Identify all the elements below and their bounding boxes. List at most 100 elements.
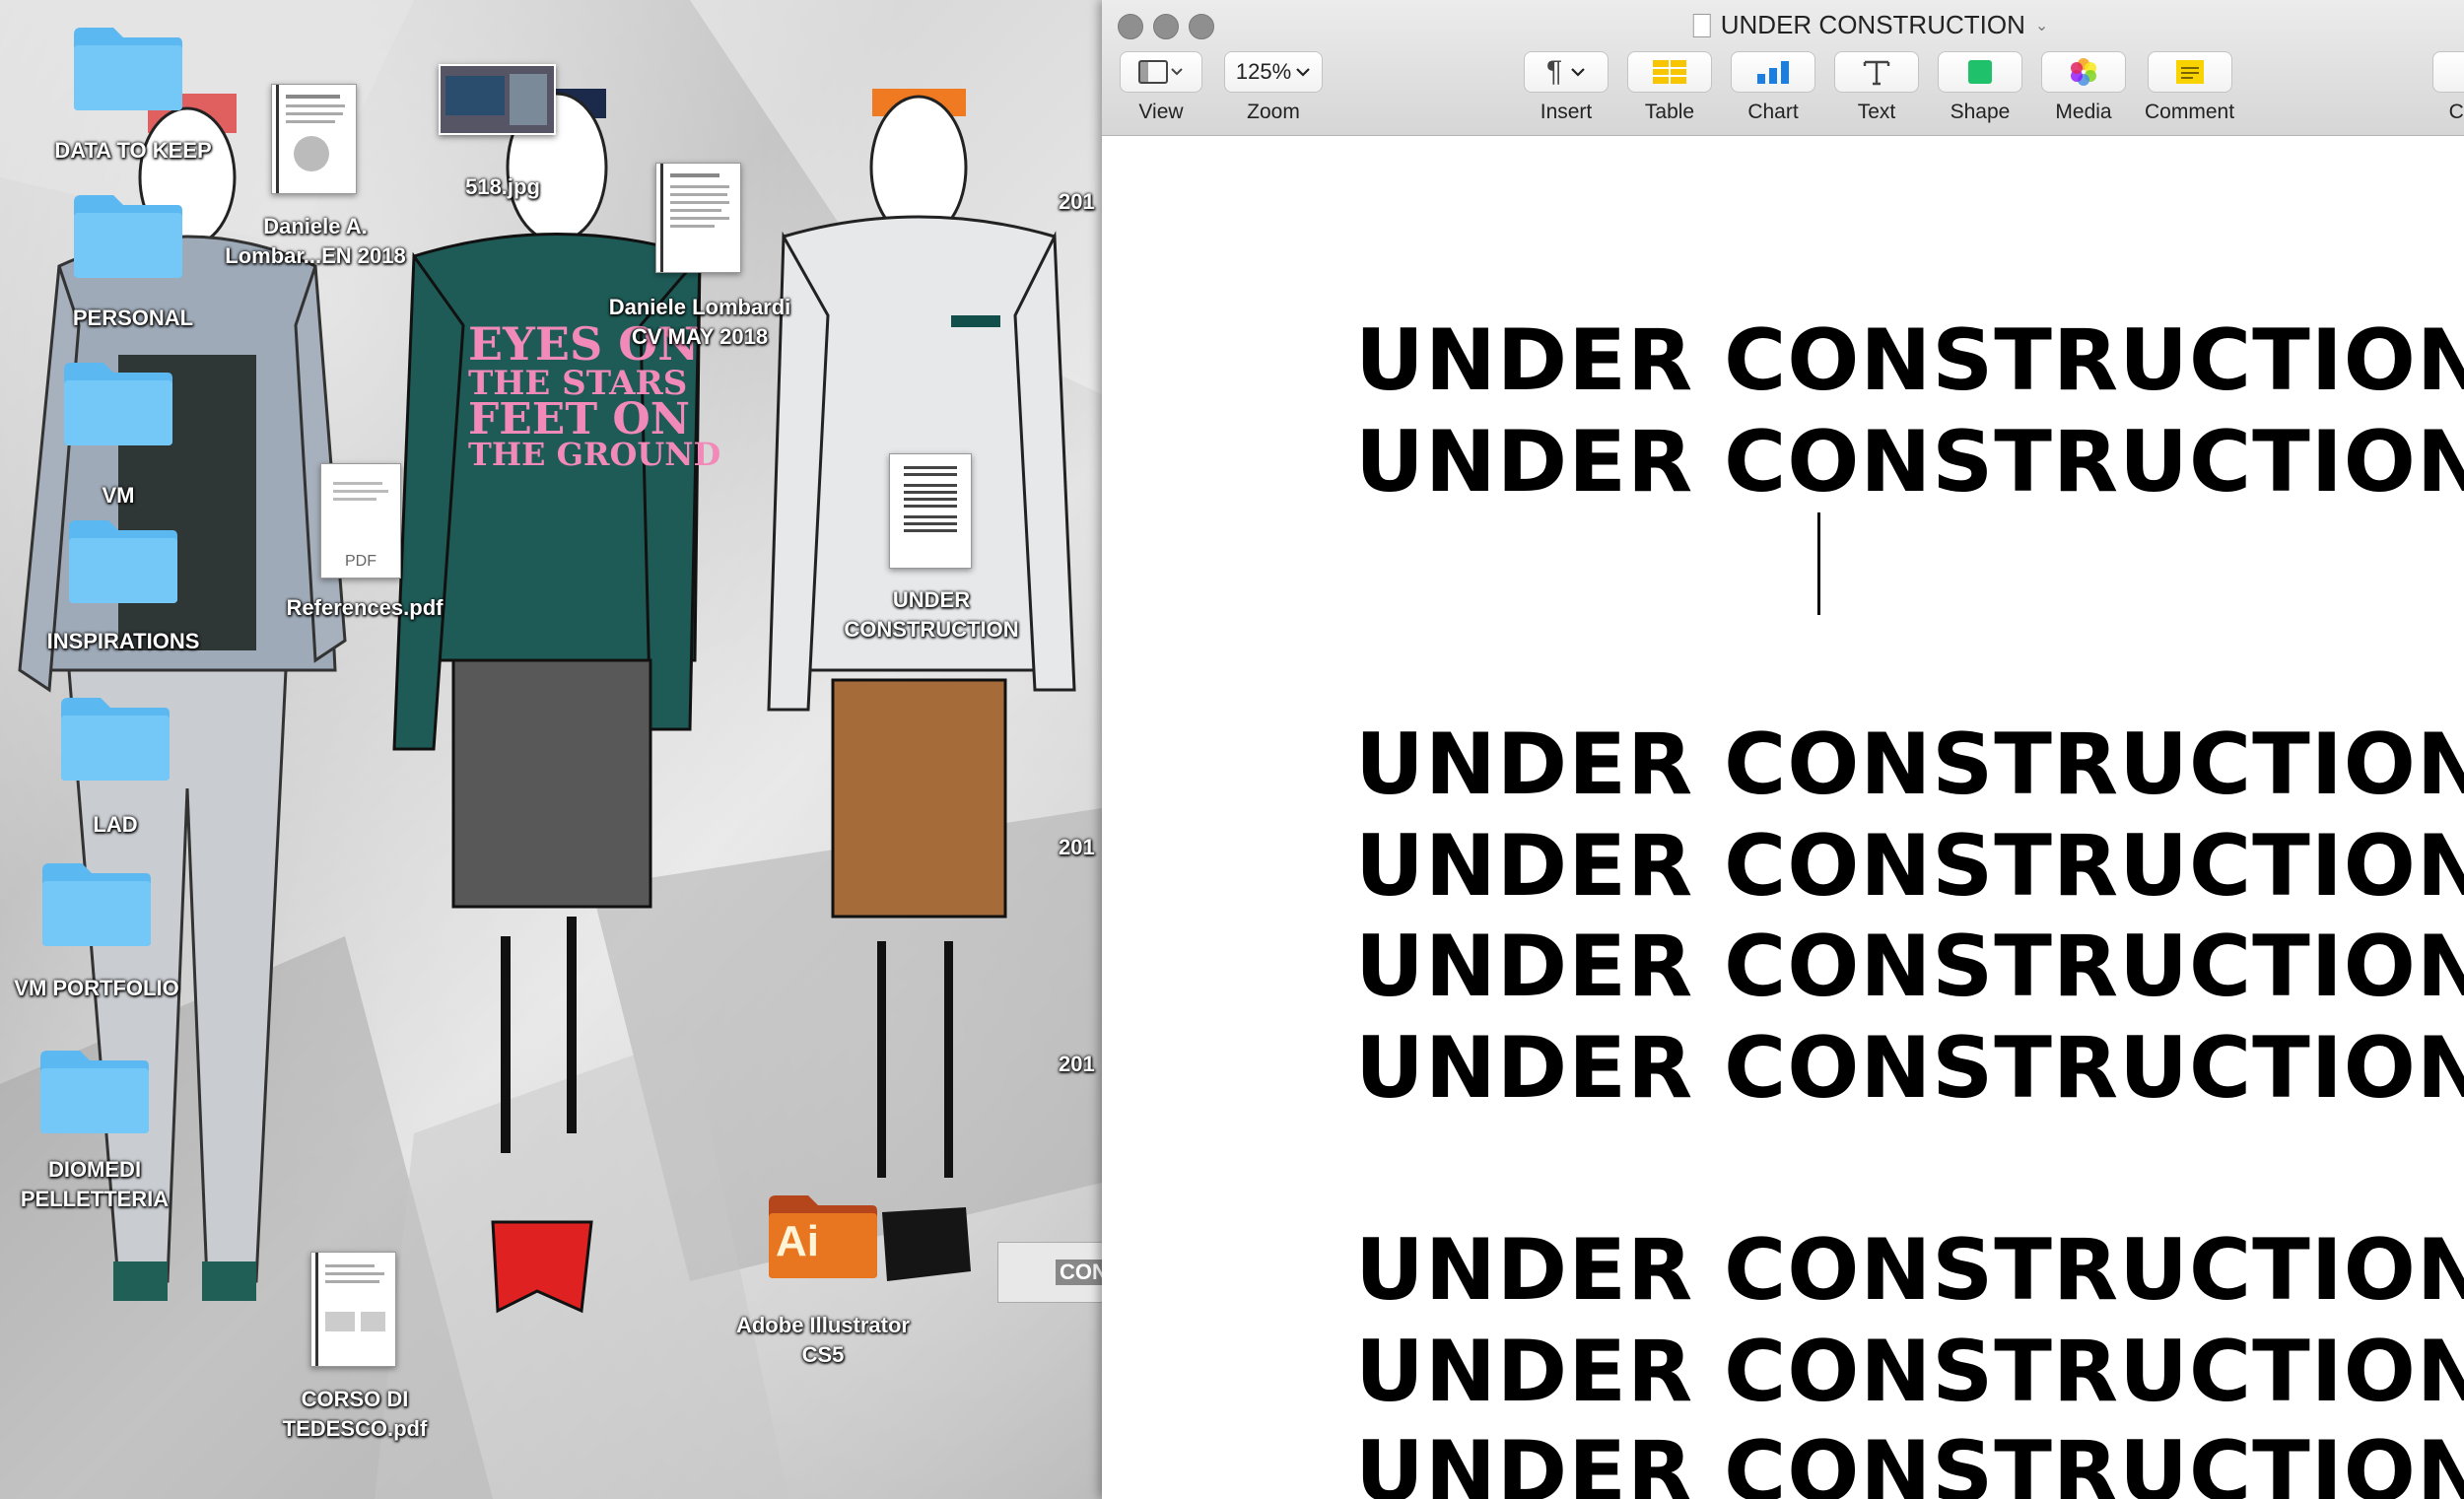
insert-button[interactable]: ¶ Insert [1524,51,1608,124]
folder-data-to-keep[interactable]: DATA TO KEEP [54,20,212,166]
chevron-down-icon [1571,68,1585,77]
document-icon [271,84,357,194]
folder-icon [42,863,151,946]
media-label: Media [2055,101,2112,123]
folder-icon [74,28,182,110]
icon-label: VM PORTFOLIO [14,976,179,1000]
shape-button[interactable]: Shape [1938,51,2022,124]
table-button-box [1627,51,1712,93]
pilcrow-icon: ¶ [1545,55,1563,88]
table-button[interactable]: Table [1627,51,1712,124]
icon-label: DIOMEDI PELLETTERIA [20,1157,170,1211]
image-thumbnail [439,64,556,135]
photos-icon [2071,58,2096,86]
partial-label: 201 [1059,189,1095,214]
partial-label: 201 [1059,1052,1095,1076]
media-button-box [2041,51,2126,93]
chart-button[interactable]: Chart [1731,51,1815,124]
document-canvas[interactable]: UNDER CONSTRUCTION UNDER CONSTRUCTION UN… [1102,136,2464,1499]
pdf-icon [310,1252,396,1367]
insert-label: Insert [1540,101,1593,123]
folder-icon [69,520,177,603]
collaborate-label: Co [2448,101,2464,123]
folder-vm[interactable]: VM [59,355,177,511]
pages-document-icon [889,453,972,569]
document-line[interactable]: UNDER CONSTRUCTION [1355,420,2464,505]
comment-button-box [2147,51,2232,93]
pages-window: UNDER CONSTRUCTION ⌄ View 125% Zoom ¶ In… [1102,0,2464,1499]
ai-badge: Ai [776,1217,819,1265]
table-label: Table [1644,101,1695,123]
document-line[interactable]: UNDER CONSTRUCTION [1355,824,2464,909]
pdf-badge: PDF [345,553,376,570]
icon-label: VM [102,483,135,508]
text-button[interactable]: Text [1834,51,1919,124]
table-icon [1653,60,1686,84]
folder-icon [64,363,172,445]
folder-icon [40,1051,149,1133]
text-box-icon [1863,60,1890,86]
chevron-down-icon [1296,68,1310,77]
comment-icon [2175,60,2204,84]
media-button[interactable]: Media [2041,51,2126,124]
icon-label: References.pdf [286,595,444,620]
partial-icon[interactable]: CON [997,1242,1102,1303]
desktop: EYES ON THE STARS FEET ON THE GROUND DAT… [0,0,1102,1499]
shape-icon [1968,60,1992,84]
zoom-label: Zoom [1247,101,1300,123]
document-line[interactable]: UNDER CONSTRUCTION [1355,1430,2464,1499]
shape-label: Shape [1950,101,2011,123]
shape-button-box [1938,51,2022,93]
toolbar: UNDER CONSTRUCTION ⌄ View 125% Zoom ¶ In… [1102,0,2464,136]
view-button[interactable]: View [1120,51,1202,124]
folder-lad[interactable]: LAD [56,690,174,840]
folder-icon [74,195,182,278]
chart-label: Chart [1747,101,1799,123]
partial-label: CON [1056,1260,1102,1285]
folder-icon [61,698,170,781]
collaborate-button[interactable]: Co [2432,51,2464,124]
folder-vm-portfolio[interactable]: VM PORTFOLIO [14,855,179,1003]
document-line[interactable]: UNDER CONSTRUCTION [1355,1026,2464,1111]
chart-icon [1757,61,1789,84]
icon-label: Daniele A. Lombar...EN 2018 [225,214,406,268]
icon-label: 518.jpg [465,174,540,199]
zoom-window-button[interactable] [1189,14,1214,39]
close-button[interactable] [1118,14,1143,39]
view-button-box [1120,51,1202,93]
partial-label: 201 [1059,835,1095,859]
chart-button-box [1731,51,1815,93]
minimize-button[interactable] [1153,14,1179,39]
icon-label: DATA TO KEEP [54,138,212,163]
title-text: UNDER CONSTRUCTION [1720,10,2025,39]
icon-label: Adobe Illustrator CS5 [735,1313,910,1367]
folder-personal[interactable]: PERSONAL [59,187,197,333]
window-title[interactable]: UNDER CONSTRUCTION ⌄ [1692,10,2049,40]
document-icon [1692,13,1711,37]
folder-inspirations[interactable]: INSPIRATIONS [47,512,199,656]
icon-label: UNDER CONSTRUCTION [844,587,1019,642]
document-line[interactable]: UNDER CONSTRUCTION [1355,318,2464,403]
comment-button[interactable]: Comment [2145,51,2234,124]
zoom-control-box: 125% [1224,51,1323,93]
chevron-down-icon: ⌄ [2034,17,2049,34]
view-label: View [1138,101,1184,123]
document-line[interactable]: UNDER CONSTRUCTION [1355,1329,2464,1414]
illustrator-folder-icon: Ai [764,1188,882,1281]
document-icon [655,163,741,273]
folder-diomedi-pelletteria[interactable]: DIOMEDI PELLETTERIA [21,1043,169,1214]
svg-text:THE GROUND: THE GROUND [468,436,720,473]
document-line[interactable]: UNDER CONSTRUCTION [1355,722,2464,807]
comment-label: Comment [2145,101,2235,123]
document-line[interactable]: UNDER CONSTRUCTION [1355,1228,2464,1313]
document-line[interactable]: UNDER CONSTRUCTION [1355,924,2464,1009]
icon-label: PERSONAL [72,306,194,330]
pdf-icon: PDF [320,463,401,579]
icon-label: CORSO DI TEDESCO.pdf [282,1387,428,1441]
collaborate-button-box [2432,51,2464,93]
icon-label: LAD [93,812,138,837]
icon-label: INSPIRATIONS [46,629,200,653]
insert-button-box: ¶ [1524,51,1608,93]
zoom-value: 125% [1235,59,1292,84]
zoom-control[interactable]: 125% Zoom [1224,51,1323,124]
